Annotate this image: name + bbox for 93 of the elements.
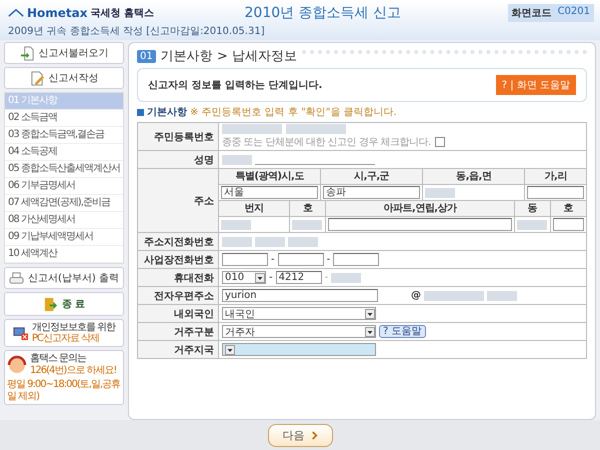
field-label: 휴대전화 <box>138 269 218 286</box>
field-label: 거주지국 <box>138 341 218 358</box>
input-field[interactable]: 송파 <box>323 186 420 199</box>
redacted-block <box>222 236 252 246</box>
column-header: 가,리 <box>525 169 586 184</box>
filing-subtitle: 2009년 귀속 종합소득세 작성 [신고마감일:2010.05.31] <box>8 25 266 38</box>
help-button[interactable]: ? 도움말 <box>379 325 426 338</box>
field-label: 내외국인 <box>138 305 218 322</box>
menu-item[interactable]: 07 세액감면(공제),준비금 <box>5 195 123 212</box>
field-label: 사업장전화번호 <box>138 251 218 268</box>
document-pencil-icon <box>30 70 44 86</box>
dash: - <box>269 272 273 283</box>
dropdown[interactable]: 010 <box>222 271 266 284</box>
print-button[interactable]: 신고서(납부서) 출력 <box>4 267 124 289</box>
menu-item[interactable]: 06 기부금명세서 <box>5 178 123 195</box>
sidebar-button[interactable]: 신고서작성 <box>4 67 124 89</box>
menu-item[interactable]: 09 기납부세액명세서 <box>5 229 123 246</box>
field-label: 전자우편주소 <box>138 287 218 304</box>
house-roof-icon <box>8 9 24 17</box>
screen-code-label: 화면코드 <box>512 7 552 20</box>
checkbox-bullet-icon <box>137 108 144 116</box>
redacted-block <box>288 236 318 246</box>
menu-item[interactable]: 02 소득금액 <box>5 110 123 127</box>
checkbox[interactable] <box>434 137 445 147</box>
input-field[interactable] <box>278 253 324 266</box>
notice-text: PC신고자료 삭제 <box>32 333 100 344</box>
note-text: ※ 주민등록번호 입력 후 "확인"을 클릭합니다. <box>190 106 397 119</box>
field-label: 주민등록번호 <box>138 123 218 150</box>
intro-text: 신고자의 정보를 입력하는 단계입니다. <box>148 79 322 92</box>
organization-name: 국세청 홈택스 <box>90 7 154 20</box>
dash: - <box>324 272 328 283</box>
at-sign: @ <box>411 290 421 301</box>
dropdown[interactable]: 내국인 <box>222 307 376 320</box>
field-label: 거주구분 <box>138 323 218 340</box>
redacted-block <box>255 236 285 246</box>
redacted-block <box>487 290 517 300</box>
contact-text: 126(4번)으로 하세요! <box>30 365 116 377</box>
redacted-block <box>286 124 346 134</box>
redacted-block <box>331 272 362 282</box>
door-arrow-icon <box>42 296 58 312</box>
delete-pc-data-button[interactable]: 개인정보보호를 위한 PC신고자료 삭제 <box>4 319 124 347</box>
contact-text: 홈택스 문의는 <box>30 353 88 365</box>
input-field[interactable] <box>333 253 380 266</box>
input-field[interactable]: 서울 <box>221 186 318 199</box>
step-number: 01 <box>137 50 156 62</box>
field-label: 주소 <box>138 169 218 232</box>
column-header: 호 <box>550 201 586 216</box>
input-field[interactable] <box>222 253 268 266</box>
sidebar-button[interactable]: 신고서불러오기 <box>4 42 124 64</box>
column-header: 특별(광역)시,도 <box>219 169 320 184</box>
menu-item[interactable]: 05 종합소득산출세액계산서 <box>5 161 123 178</box>
contact-hours: 평일 9:00~18:00(토,일,공휴일 제외) <box>7 379 121 402</box>
monitor-delete-icon <box>12 326 28 340</box>
next-button[interactable]: 다음 <box>268 424 332 446</box>
headset-agent-icon <box>7 355 27 375</box>
page-title: 2010년 종합소득세 신고 <box>244 4 402 22</box>
menu-item[interactable]: 03 종합소득금액,결손금 <box>5 127 123 144</box>
column-header: 동 <box>514 201 550 216</box>
redacted-block <box>222 154 252 164</box>
exit-button[interactable]: 종 료 <box>4 292 124 316</box>
screen-code: C0201 <box>558 6 590 19</box>
column-header: 아파트,연립,상가 <box>326 201 514 216</box>
chevron-right-icon <box>310 430 318 440</box>
document-arrow-icon <box>20 46 34 60</box>
redacted-block <box>222 124 282 134</box>
input-field[interactable] <box>328 218 512 231</box>
field-label: 주소지전화번호 <box>138 233 218 250</box>
menu-item[interactable]: 10 세액계산 <box>5 246 123 263</box>
hint-text: 종중 또는 단체분에 대한 신고인 경우 체크합니다. <box>222 136 431 149</box>
section-label: 기본사항 <box>147 106 187 119</box>
redacted-block <box>424 290 484 300</box>
dropdown[interactable]: 거주자 <box>222 325 376 338</box>
menu-item[interactable]: 04 소득공제 <box>5 144 123 161</box>
field-label: 성명 <box>138 151 218 168</box>
redacted-block <box>221 220 251 230</box>
logo-text: Hometax <box>27 6 88 20</box>
column-header: 시,구,군 <box>321 169 422 184</box>
menu-item[interactable]: 08 가산세명세서 <box>5 212 123 229</box>
dash: - <box>271 254 275 265</box>
input-field[interactable] <box>527 186 584 199</box>
input-field[interactable]: 4212 <box>276 271 322 284</box>
redacted-block <box>292 220 322 230</box>
column-header: 번지 <box>219 201 290 216</box>
dash: - <box>326 254 330 265</box>
column-header: 동,읍,면 <box>423 169 524 184</box>
redacted-block <box>516 220 547 230</box>
notice-text: 개인정보보호를 위한 <box>32 322 116 333</box>
column-header: 호 <box>290 201 326 216</box>
input-field[interactable]: yurion <box>222 289 378 302</box>
input-field[interactable] <box>552 218 584 231</box>
printer-icon <box>9 270 24 286</box>
redacted-block <box>425 188 456 198</box>
breadcrumb: 기본사항 > 납세자정보 <box>160 48 297 65</box>
